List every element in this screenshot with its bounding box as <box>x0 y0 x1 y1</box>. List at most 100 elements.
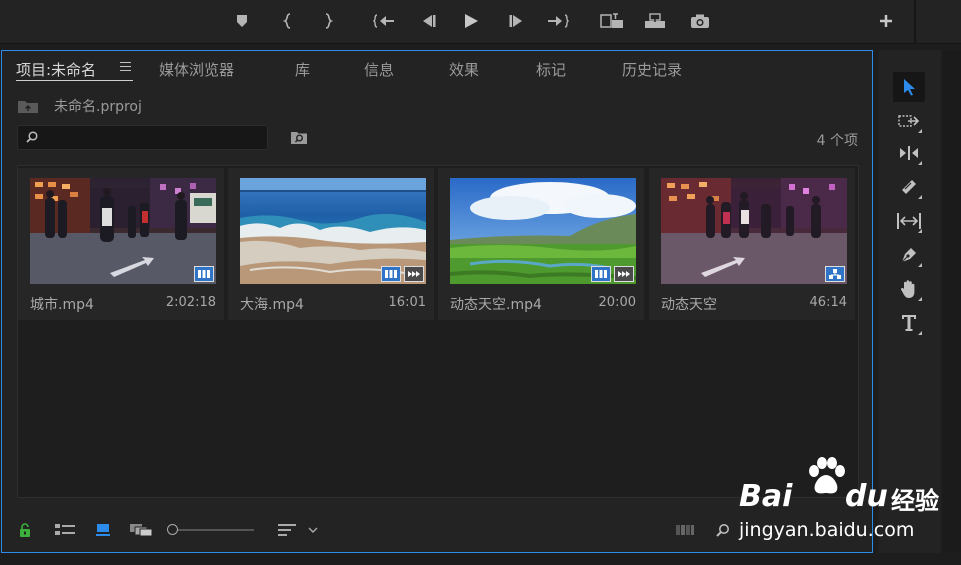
tab-history[interactable]: 历史记录 <box>622 59 682 80</box>
media-item-name: 动态天空.mp4 <box>450 297 542 313</box>
video-badge-icon <box>194 266 214 282</box>
list-view-icon <box>55 524 75 535</box>
list-view-button[interactable] <box>52 521 78 539</box>
marker-icon <box>237 15 247 27</box>
step-forward-icon <box>509 15 522 27</box>
hand-tool[interactable] <box>893 274 925 304</box>
type-tool[interactable] <box>893 308 925 338</box>
overwrite-icon <box>645 13 665 28</box>
ripple-edit-tool[interactable] <box>893 138 925 168</box>
paw-logo-icon <box>809 457 845 494</box>
icon-view-button[interactable] <box>94 521 112 539</box>
watermark-brand: Bai <box>739 479 793 514</box>
slip-tool[interactable] <box>893 206 925 236</box>
sort-button[interactable] <box>276 521 298 539</box>
slip-icon <box>897 213 921 229</box>
chevron-down-icon <box>308 527 318 533</box>
add-marker-button[interactable] <box>230 10 254 32</box>
freeform-view-icon <box>130 524 153 537</box>
baidu-jingyan-watermark: Bai du 经验 jingyan.baidu.com <box>735 455 961 545</box>
freeform-view-button[interactable] <box>128 521 154 539</box>
video-badge-icon <box>381 266 401 282</box>
active-tab-underline <box>16 80 133 81</box>
media-item[interactable]: 大海.mp4 16:01 <box>228 168 434 320</box>
insert-button[interactable] <box>600 10 624 32</box>
tab-project[interactable]: 项目:未命名 <box>16 59 96 80</box>
sort-icon <box>278 524 296 536</box>
hand-icon <box>900 280 915 298</box>
panel-tabs: 项目:未命名 媒体浏览器 库 信息 效果 标记 历史记录 <box>2 51 872 87</box>
razor-tool[interactable] <box>893 172 925 202</box>
go-to-out-icon <box>548 14 569 28</box>
zoom-slider-handle[interactable] <box>167 524 178 535</box>
tool-group-indicator <box>918 263 922 267</box>
find-in-bin-icon[interactable] <box>290 129 308 145</box>
play-button[interactable] <box>459 10 483 32</box>
play-icon <box>465 14 478 28</box>
tool-group-indicator <box>918 129 922 133</box>
pen-tool[interactable] <box>893 240 925 270</box>
watermark-brand-suffix: du <box>845 479 888 514</box>
audio-badge-icon <box>614 266 634 282</box>
folder-up-icon[interactable] <box>17 98 39 114</box>
automate-to-sequence-button[interactable] <box>674 521 696 539</box>
search-icon <box>716 524 729 537</box>
add-button[interactable] <box>874 10 898 32</box>
go-to-in-button[interactable] <box>372 10 396 32</box>
lock-icon[interactable] <box>18 521 32 539</box>
camera-icon <box>691 14 709 28</box>
pen-icon <box>901 248 916 263</box>
search-input[interactable] <box>17 125 268 150</box>
selection-tool[interactable] <box>893 72 925 102</box>
media-item[interactable]: 动态天空.mp4 20:00 <box>438 168 644 320</box>
media-item[interactable]: 城市.mp4 2:02:18 <box>18 168 224 320</box>
media-item[interactable]: 动态天空 46:14 <box>649 168 855 320</box>
tool-group-indicator <box>918 297 922 301</box>
go-to-out-button[interactable] <box>546 10 570 32</box>
media-item-name: 动态天空 <box>661 297 717 313</box>
tool-group-indicator <box>918 161 922 165</box>
tab-libraries[interactable]: 库 <box>295 59 310 80</box>
item-count: 4 个项 <box>816 133 858 149</box>
step-back-icon <box>423 15 436 27</box>
thumbnail-ocean <box>240 178 426 284</box>
mark-out-button[interactable] <box>316 10 340 32</box>
media-item-duration: 2:02:18 <box>165 295 216 310</box>
search-icon <box>26 131 38 143</box>
media-item-name: 城市.mp4 <box>30 297 94 313</box>
icon-view-icon <box>96 524 110 536</box>
step-back-button[interactable] <box>417 10 441 32</box>
overwrite-button[interactable] <box>643 10 667 32</box>
step-forward-button[interactable] <box>504 10 528 32</box>
panel-menu-icon[interactable] <box>120 62 131 71</box>
sort-dropdown-button[interactable] <box>306 521 320 539</box>
sequence-badge-icon <box>825 266 845 282</box>
thumbnail-sequence <box>661 178 847 284</box>
tab-info[interactable]: 信息 <box>364 59 394 80</box>
find-button[interactable] <box>714 521 732 539</box>
razor-icon <box>902 180 916 194</box>
insert-icon <box>600 13 623 28</box>
tool-group-indicator <box>918 229 922 233</box>
go-to-in-icon <box>373 14 394 28</box>
project-file-name: 未命名.prproj <box>54 99 142 115</box>
media-item-duration: 16:01 <box>388 295 426 310</box>
zoom-slider[interactable] <box>167 524 254 535</box>
export-frame-button[interactable] <box>688 10 712 32</box>
mark-in-button[interactable] <box>276 10 300 32</box>
track-select-icon <box>898 115 920 127</box>
tab-effects[interactable]: 效果 <box>449 59 479 80</box>
media-item-name: 大海.mp4 <box>240 297 304 313</box>
video-badge-icon <box>591 266 611 282</box>
plus-icon <box>880 15 892 27</box>
tab-media-browser[interactable]: 媒体浏览器 <box>159 59 234 80</box>
media-grid: 城市.mp4 2:02:18 大海.mp4 16:01 动态天空.mp4 20:… <box>17 165 859 498</box>
audio-badge-icon <box>404 266 424 282</box>
watermark-brand-cn: 经验 <box>891 487 939 515</box>
media-item-duration: 20:00 <box>598 295 636 310</box>
tool-group-indicator <box>918 331 922 335</box>
watermark-url: jingyan.baidu.com <box>739 519 915 541</box>
track-select-tool[interactable] <box>893 106 925 136</box>
tool-group-indicator <box>918 195 922 199</box>
tab-markers[interactable]: 标记 <box>536 59 566 80</box>
